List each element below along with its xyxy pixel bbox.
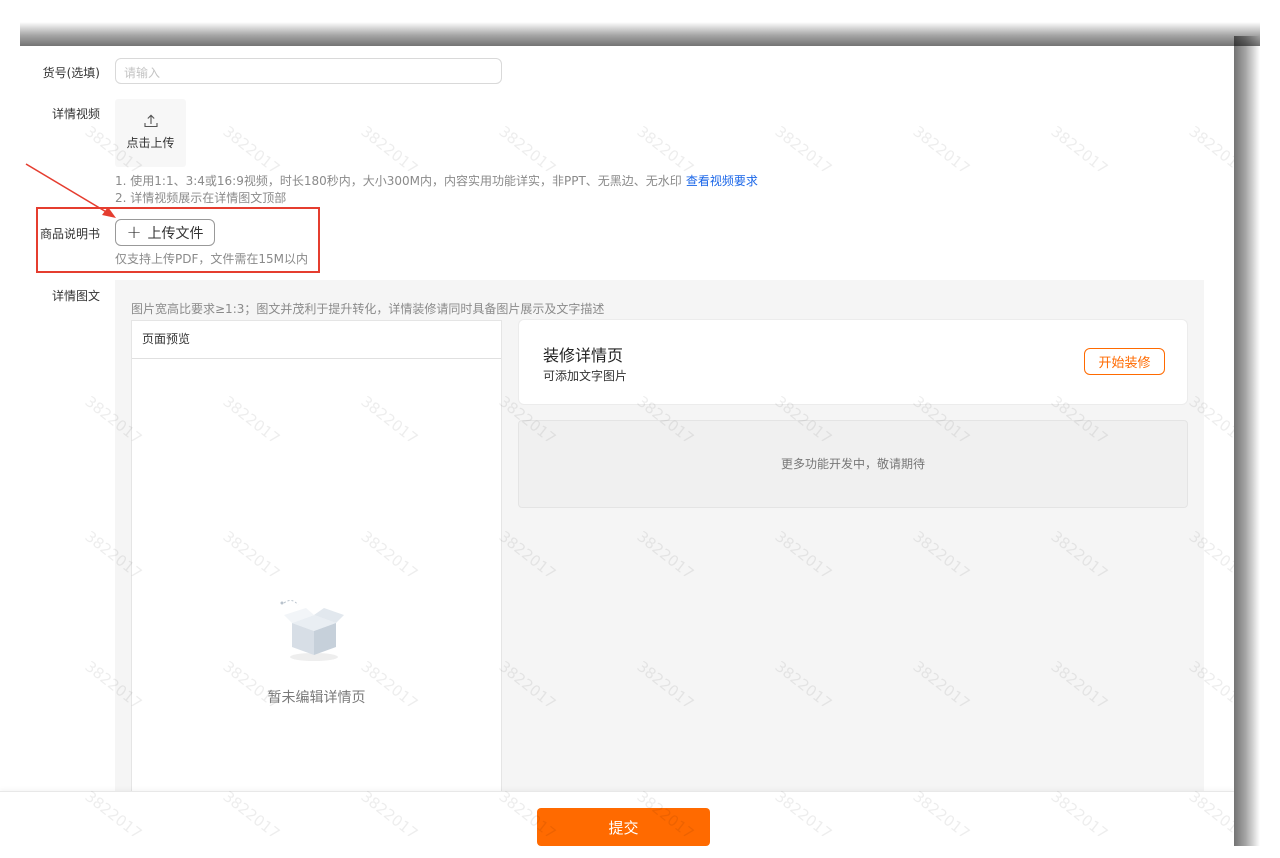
video-upload-label: 点击上传 [126,136,175,150]
watermark-text: 3822017 [771,122,836,178]
watermark-text: 3822017 [909,122,974,178]
watermark-text: 3822017 [1185,122,1234,178]
decoration-card: 装修详情页 可添加文字图片 开始装修 [518,319,1188,405]
empty-box-icon [280,599,344,661]
video-hint-1-text: 1. 使用1:1、3:4或16:9视频，时长180秒内，大小300M内，内容实用… [115,174,682,188]
watermark-text: 3822017 [219,122,284,178]
video-label: 详情视频 [51,107,100,121]
upload-file-button[interactable]: + 上传文件 [115,219,215,246]
detail-label: 详情图文 [51,289,100,303]
sku-input-placeholder: 请输入 [124,66,161,80]
manual-label: 商品说明书 [39,227,100,241]
screenshot-shadow-top [20,22,1260,46]
watermark-text: 3822017 [495,122,560,178]
upload-icon [144,114,158,128]
video-upload-button[interactable]: 点击上传 [115,99,186,167]
plus-icon: + [126,221,142,243]
watermark-text: 3822017 [357,122,422,178]
more-features-box: 更多功能开发中，敬请期待 [518,420,1188,508]
start-decoration-button[interactable]: 开始装修 [1084,348,1165,375]
preview-empty-text: 暂未编辑详情页 [267,690,366,706]
form-panel: 货号(选填) 请输入 详情视频 点击上传 1. 使用1:1、3:4或16:9视频… [0,46,1234,858]
detail-editor-area: 图片宽高比要求≥1:3；图文并茂利于提升转化，详情装修请同时具备图片展示及文字描… [115,280,1204,840]
decoration-subtitle: 可添加文字图片 [543,369,628,383]
submit-button[interactable]: 提交 [537,808,710,846]
page-preview-title: 页面预览 [132,321,501,359]
watermark-text: 3822017 [633,122,698,178]
video-hint-2: 2. 详情视频展示在详情图文顶部 [115,191,287,205]
detail-hint: 图片宽高比要求≥1:3；图文并茂利于提升转化，详情装修请同时具备图片展示及文字描… [131,302,605,316]
video-hint-1: 1. 使用1:1、3:4或16:9视频，时长180秒内，大小300M内，内容实用… [115,172,758,189]
manual-hint: 仅支持上传PDF，文件需在15M以内 [115,252,309,266]
decoration-title: 装修详情页 [543,346,624,365]
sku-input[interactable]: 请输入 [115,58,502,84]
screenshot-shadow-right [1234,36,1260,846]
footer-bar: 提交 [0,791,1234,858]
watermark-text: 3822017 [1047,122,1112,178]
sku-label: 货号(选填) [42,66,100,80]
upload-file-label: 上传文件 [147,225,204,242]
page-preview-panel: 页面预览 暂未编辑详情页 [131,320,502,840]
video-requirements-link[interactable]: 查看视频要求 [686,174,758,188]
